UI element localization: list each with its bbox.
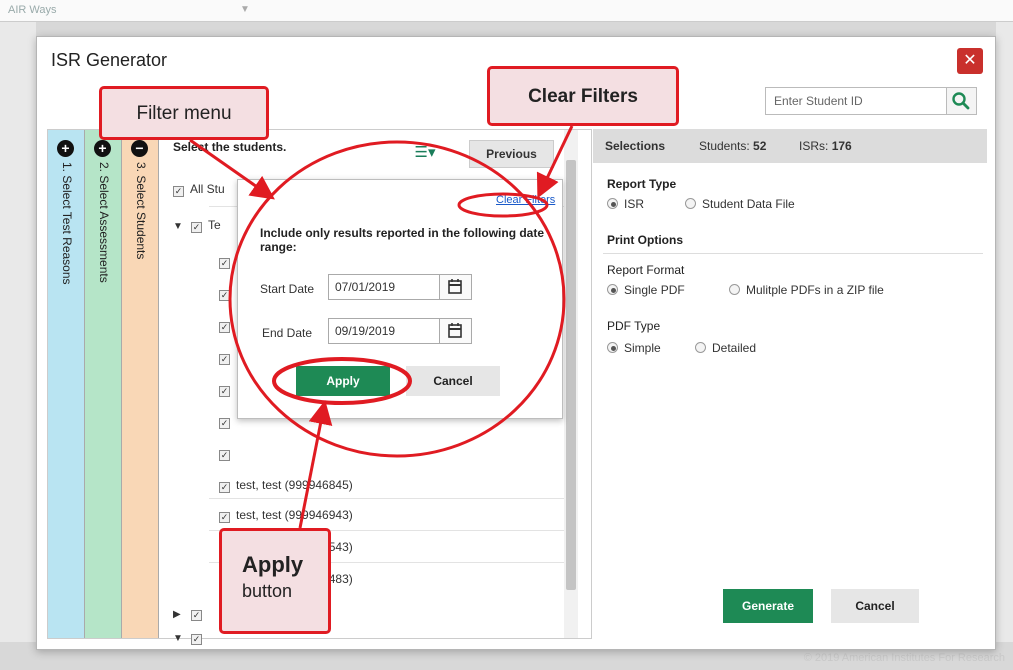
checkbox-icon[interactable]: ✓ xyxy=(219,386,230,397)
filter-menu-callout: Filter menu xyxy=(99,86,269,140)
filter-menu-button[interactable]: ☰▾ xyxy=(406,140,444,166)
clear-filters-link[interactable]: Clear Filters xyxy=(496,194,555,206)
search-button[interactable] xyxy=(947,87,977,115)
step-select-assessments[interactable]: + 2. Select Assessments xyxy=(85,130,122,638)
scrollbar[interactable] xyxy=(564,130,578,638)
checkbox-icon[interactable]: ✓ xyxy=(219,512,230,523)
checkbox-icon[interactable]: ✓ xyxy=(219,482,230,493)
checkbox-icon[interactable]: ✓ xyxy=(219,258,230,269)
format-zip[interactable]: Mulitple PDFs in a ZIP file xyxy=(729,283,884,297)
generate-button[interactable]: Generate xyxy=(723,589,813,623)
background-left-rail xyxy=(0,22,36,642)
student-id-input[interactable] xyxy=(765,87,947,115)
modal-title: ISR Generator xyxy=(51,50,168,70)
students-count: Students: 52 xyxy=(699,139,767,153)
student-row[interactable]: ✓ xyxy=(219,382,236,400)
step-label: 1. Select Test Reasons xyxy=(60,162,74,285)
selections-title: Selections xyxy=(605,139,666,153)
selections-pane: Selections Students: 52 ISRs: 176 Report… xyxy=(593,129,987,639)
student-list-title: Select the students. xyxy=(173,140,287,154)
caret-down-icon[interactable]: ▼ xyxy=(173,633,185,644)
student-row[interactable]: ✓ xyxy=(219,318,236,336)
step-label: 2. Select Assessments xyxy=(97,162,111,283)
radio-icon[interactable] xyxy=(607,198,618,209)
apply-button-callout: Apply button xyxy=(219,528,331,634)
radio-icon[interactable] xyxy=(729,284,740,295)
student-row[interactable]: ✓ xyxy=(219,254,236,272)
start-date-label: Start Date xyxy=(260,282,315,296)
checkbox-icon[interactable]: ✓ xyxy=(191,222,202,233)
filter-popover: Clear Filters Include only results repor… xyxy=(237,179,563,419)
checkbox-icon[interactable]: ✓ xyxy=(219,322,230,333)
cancel-button[interactable]: Cancel xyxy=(831,589,919,623)
filter-icon: ☰▾ xyxy=(414,144,436,161)
checkbox-icon[interactable]: ✓ xyxy=(219,354,230,365)
calendar-button[interactable] xyxy=(440,274,472,300)
report-type-isr[interactable]: ISR xyxy=(607,197,644,211)
copyright: © 2019 American Institutes For Research xyxy=(803,652,1005,664)
cancel-filter-button[interactable]: Cancel xyxy=(406,366,500,396)
student-row[interactable]: ✓ xyxy=(219,414,236,432)
checkbox-icon[interactable]: ✓ xyxy=(219,450,230,461)
group-row[interactable]: ▼ ✓ Te xyxy=(173,218,221,236)
expand-icon[interactable]: + xyxy=(57,140,74,157)
end-date-label: End Date xyxy=(262,326,313,340)
step-select-test-reasons[interactable]: + 1. Select Test Reasons xyxy=(48,130,85,638)
app-name: AIR Ways xyxy=(8,4,57,16)
pdf-type-simple[interactable]: Simple xyxy=(607,341,661,355)
checkbox-icon[interactable]: ✓ xyxy=(191,610,202,621)
radio-icon[interactable] xyxy=(607,342,618,353)
scrollbar-thumb[interactable] xyxy=(566,160,576,590)
expand-icon[interactable]: + xyxy=(94,140,111,157)
report-type-heading: Report Type xyxy=(607,177,677,191)
report-format-label: Report Format xyxy=(607,263,685,277)
report-type-student-data-file[interactable]: Student Data File xyxy=(685,197,795,211)
print-options-heading: Print Options xyxy=(607,233,683,247)
isrs-count: ISRs: 176 xyxy=(799,139,852,153)
radio-icon[interactable] xyxy=(685,198,696,209)
radio-icon[interactable] xyxy=(607,284,618,295)
divider xyxy=(209,498,564,499)
clear-filters-callout: Clear Filters xyxy=(487,66,679,126)
student-row[interactable]: ✓ xyxy=(219,446,236,464)
caret-down-icon[interactable]: ▼ xyxy=(173,221,185,232)
radio-icon[interactable] xyxy=(695,342,706,353)
checkbox-icon[interactable]: ✓ xyxy=(219,290,230,301)
student-row[interactable]: ✓ test, test (999946845) xyxy=(219,478,353,496)
calendar-icon xyxy=(448,279,462,294)
search-icon xyxy=(952,92,970,110)
background-right-rail xyxy=(996,22,1013,642)
student-row[interactable]: ✓ xyxy=(219,286,236,304)
calendar-icon xyxy=(448,323,462,338)
group-row[interactable]: ▶ ✓ xyxy=(173,606,208,624)
checkbox-icon[interactable]: ✓ xyxy=(191,634,202,645)
start-date-input[interactable] xyxy=(328,274,440,300)
end-date-input[interactable] xyxy=(328,318,440,344)
student-row[interactable]: ✓ test, test (999946943) xyxy=(219,508,353,526)
collapse-icon[interactable]: − xyxy=(131,140,148,157)
step-label: 3. Select Students xyxy=(134,162,148,260)
calendar-button[interactable] xyxy=(440,318,472,344)
app-topbar: AIR Ways ▼ xyxy=(0,0,1013,22)
close-icon[interactable]: ✕ xyxy=(957,48,983,74)
selections-header: Selections Students: 52 ISRs: 176 xyxy=(593,129,987,163)
pdf-type-detailed[interactable]: Detailed xyxy=(695,341,756,355)
chevron-down-icon[interactable]: ▼ xyxy=(240,4,250,15)
divider xyxy=(603,253,983,254)
student-row[interactable]: ✓ xyxy=(219,350,236,368)
all-students-row[interactable]: ✓ All Stu xyxy=(173,182,225,200)
checkbox-icon[interactable]: ✓ xyxy=(173,186,184,197)
caret-right-icon[interactable]: ▶ xyxy=(173,609,185,620)
previous-button[interactable]: Previous xyxy=(469,140,554,168)
group-row[interactable]: ▼ ✓ xyxy=(173,630,208,648)
step-select-students[interactable]: − 3. Select Students xyxy=(122,130,159,638)
checkbox-icon[interactable]: ✓ xyxy=(219,418,230,429)
apply-button[interactable]: Apply xyxy=(296,366,390,396)
pdf-type-label: PDF Type xyxy=(607,319,661,333)
filter-instruction: Include only results reported in the fol… xyxy=(260,226,545,254)
format-single-pdf[interactable]: Single PDF xyxy=(607,283,685,297)
